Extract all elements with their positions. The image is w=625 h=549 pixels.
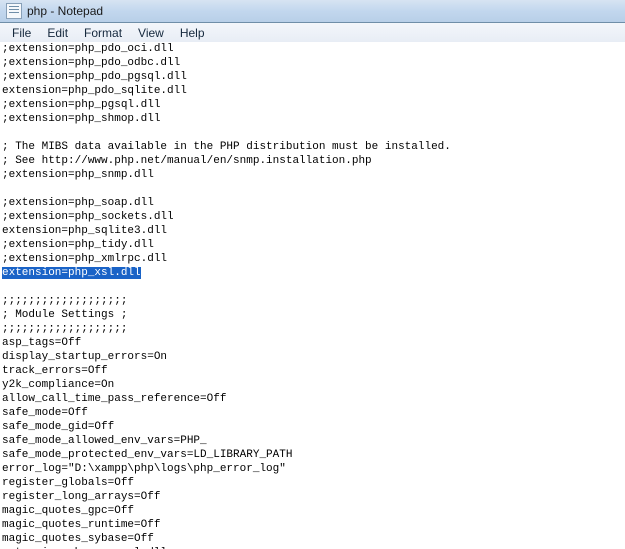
editor-line[interactable]: safe_mode=Off (2, 406, 623, 420)
editor-line[interactable]: ;extension=php_snmp.dll (2, 168, 623, 182)
editor-line[interactable]: ;;;;;;;;;;;;;;;;;;; (2, 322, 623, 336)
editor-line[interactable]: magic_quotes_runtime=Off (2, 518, 623, 532)
editor-line[interactable]: error_log="D:\xampp\php\logs\php_error_l… (2, 462, 623, 476)
menu-file[interactable]: File (4, 25, 39, 41)
editor-line[interactable]: ; Module Settings ; (2, 308, 623, 322)
notepad-icon (6, 3, 22, 19)
window-title: php - Notepad (27, 4, 103, 18)
editor-line[interactable]: safe_mode_protected_env_vars=LD_LIBRARY_… (2, 448, 623, 462)
editor-line[interactable]: ;extension=php_pgsql.dll (2, 98, 623, 112)
editor-line[interactable]: safe_mode_gid=Off (2, 420, 623, 434)
editor-line[interactable]: display_startup_errors=On (2, 350, 623, 364)
editor-line[interactable]: ;extension=php_pdo_odbc.dll (2, 56, 623, 70)
editor-line[interactable]: extension=php_sqlite3.dll (2, 224, 623, 238)
editor-line[interactable]: allow_call_time_pass_reference=Off (2, 392, 623, 406)
menu-view[interactable]: View (130, 25, 172, 41)
editor-line[interactable] (2, 280, 623, 294)
editor-line[interactable]: safe_mode_allowed_env_vars=PHP_ (2, 434, 623, 448)
editor-line-selected[interactable]: extension=php_xsl.dll (2, 266, 623, 280)
editor-line[interactable]: magic_quotes_sybase=Off (2, 532, 623, 546)
editor-line[interactable]: ;extension=php_pdo_pgsql.dll (2, 70, 623, 84)
editor-line[interactable] (2, 182, 623, 196)
editor-line[interactable]: register_globals=Off (2, 476, 623, 490)
menu-edit[interactable]: Edit (39, 25, 76, 41)
editor-line[interactable]: extension=php_pdo_sqlite.dll (2, 84, 623, 98)
editor-line[interactable]: ;extension=php_shmop.dll (2, 112, 623, 126)
editor-line[interactable]: y2k_compliance=On (2, 378, 623, 392)
text-editor-area[interactable]: ;extension=php_pdo_oci.dll;extension=php… (0, 42, 625, 549)
editor-line[interactable]: track_errors=Off (2, 364, 623, 378)
editor-line[interactable]: ; The MIBS data available in the PHP dis… (2, 140, 623, 154)
editor-line[interactable]: ;extension=php_sockets.dll (2, 210, 623, 224)
editor-line[interactable] (2, 126, 623, 140)
menu-help[interactable]: Help (172, 25, 213, 41)
editor-line[interactable]: ;extension=php_tidy.dll (2, 238, 623, 252)
editor-line[interactable]: ;extension=php_soap.dll (2, 196, 623, 210)
editor-line[interactable]: ;;;;;;;;;;;;;;;;;;; (2, 294, 623, 308)
editor-line[interactable]: ;extension=php_xmlrpc.dll (2, 252, 623, 266)
editor-line[interactable]: ;extension=php_pdo_oci.dll (2, 42, 623, 56)
window-titlebar[interactable]: php - Notepad (0, 0, 625, 23)
editor-line[interactable]: register_long_arrays=Off (2, 490, 623, 504)
editor-line[interactable]: magic_quotes_gpc=Off (2, 504, 623, 518)
editor-line[interactable]: ; See http://www.php.net/manual/en/snmp.… (2, 154, 623, 168)
editor-line[interactable]: asp_tags=Off (2, 336, 623, 350)
menubar: File Edit Format View Help (0, 23, 625, 43)
menu-format[interactable]: Format (76, 25, 130, 41)
